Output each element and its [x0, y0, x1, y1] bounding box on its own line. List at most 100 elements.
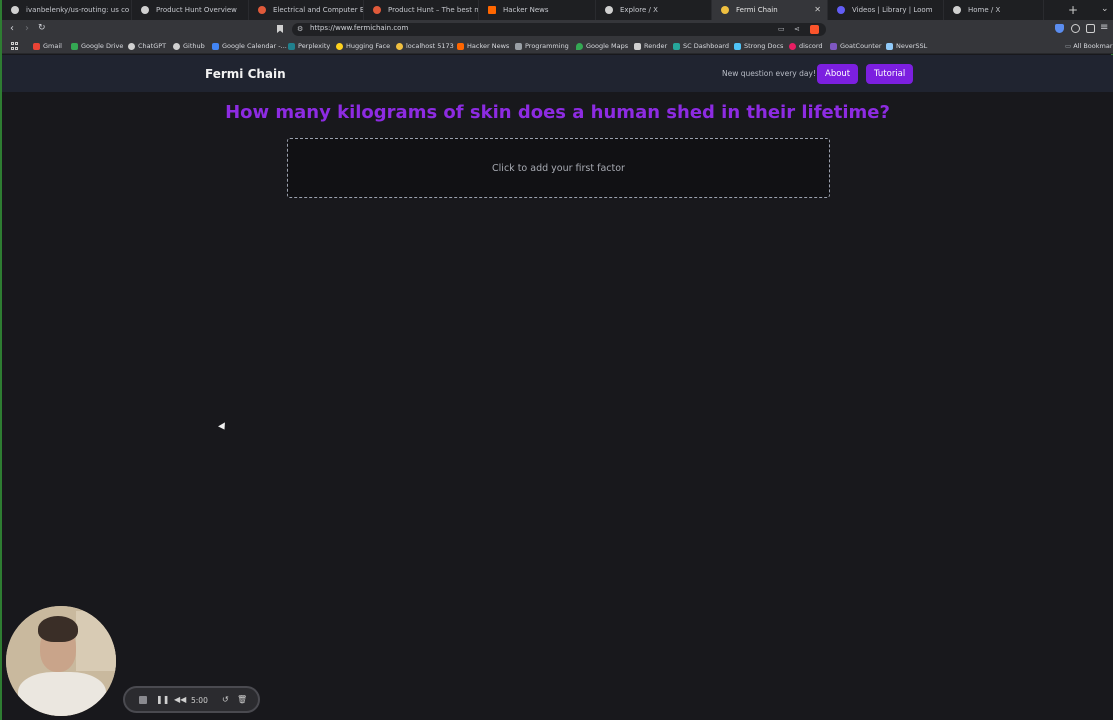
bookmark-label: Hugging Face	[346, 42, 391, 50]
address-bar[interactable]: ⚙ https://www.fermichain.com ▭ ⋖	[292, 23, 826, 36]
tab-us-routing[interactable]: ivanbelenky/us-routing: us co	[2, 0, 132, 20]
tab-product-hunt[interactable]: Product Hunt – The best new	[364, 0, 479, 20]
bookmark-localhost[interactable]: localhost 5173	[396, 42, 454, 50]
vpn-shield-icon[interactable]	[1055, 24, 1064, 33]
menu-icon[interactable]: ≡	[1100, 22, 1108, 33]
mouse-cursor-icon	[218, 422, 228, 432]
bookmark-label: Programming	[525, 42, 569, 50]
restart-icon[interactable]: ↺	[222, 695, 229, 704]
dashboard-icon	[673, 43, 680, 50]
tab-home-x[interactable]: Home / X	[944, 0, 1044, 20]
webcam-person-shirt	[18, 672, 106, 716]
bookmark-folder-programming[interactable]: Programming	[515, 42, 569, 50]
bookmark-label: Perplexity	[298, 42, 331, 50]
tab-label: Videos | Library | Loom	[852, 6, 933, 14]
bookmark-neverssl[interactable]: NeverSSL	[886, 42, 927, 50]
all-bookmarks-button[interactable]: ▭ All Bookmarks	[1065, 42, 1113, 50]
web-page: Fermi Chain New question every day! Abou…	[2, 55, 1113, 720]
site-title[interactable]: Fermi Chain	[205, 67, 286, 81]
x-logo-icon	[953, 6, 961, 14]
hugging-face-icon	[336, 43, 343, 50]
bookmark-strong-docs[interactable]: Strong Docs	[734, 42, 783, 50]
google-calendar-icon	[212, 43, 219, 50]
tab-electrical-engineering[interactable]: Electrical and Computer Engin	[249, 0, 364, 20]
bookmark-goatcounter[interactable]: GoatCounter	[830, 42, 882, 50]
chevron-down-icon[interactable]: ⌄	[1101, 4, 1109, 14]
tutorial-button[interactable]: Tutorial	[866, 64, 914, 84]
close-tab-icon[interactable]: ✕	[814, 5, 821, 14]
sidebar-toggle-icon[interactable]	[1086, 24, 1095, 33]
tab-label: Electrical and Computer Engin	[273, 6, 364, 14]
tab-label: Explore / X	[620, 6, 658, 14]
new-tab-button[interactable]: +	[1068, 3, 1078, 17]
folder-icon: ▭	[1065, 42, 1074, 50]
trash-icon[interactable]: 🗑	[237, 695, 247, 704]
browser-toolbar: ‹ › ↻ ⚙ https://www.fermichain.com ▭ ⋖ ≡	[2, 20, 1113, 39]
add-factor-box[interactable]: Click to add your first factor	[287, 138, 830, 198]
bookmark-label: Github	[183, 42, 205, 50]
url-text: https://www.fermichain.com	[310, 24, 409, 32]
tagline: New question every day!	[722, 69, 816, 78]
hacker-news-icon	[488, 6, 496, 14]
bookmark-google-calendar[interactable]: Google Calendar -...	[212, 42, 287, 50]
stop-recording-icon[interactable]	[139, 696, 147, 704]
tab-explore-x[interactable]: Explore / X	[596, 0, 712, 20]
extensions-icon[interactable]	[1071, 24, 1080, 33]
folder-icon	[515, 43, 522, 50]
bookmark-label: Render	[644, 42, 668, 50]
tab-label: Fermi Chain	[736, 6, 778, 14]
bookmark-render[interactable]: Render	[634, 42, 667, 50]
tab-label: Product Hunt Overview	[156, 6, 237, 14]
bookmark-label: ChatGPT	[138, 42, 167, 50]
daily-question: How many kilograms of skin does a human …	[225, 102, 890, 123]
pause-icon[interactable]: ❚❚	[156, 695, 169, 704]
github-icon	[11, 6, 19, 14]
google-drive-icon	[71, 43, 78, 50]
share-icon[interactable]: ⋖	[794, 25, 800, 33]
bookmark-google-drive[interactable]: Google Drive	[71, 42, 123, 50]
chatgpt-icon	[128, 43, 135, 50]
bookmark-chatgpt[interactable]: ChatGPT	[128, 42, 166, 50]
forward-arrow-icon[interactable]: ›	[25, 23, 29, 34]
webcam-person-hair	[38, 616, 78, 642]
gmail-icon	[33, 43, 40, 50]
back-arrow-icon[interactable]: ‹	[10, 23, 14, 34]
bookmark-hugging-face[interactable]: Hugging Face	[336, 42, 390, 50]
product-hunt-icon	[373, 6, 381, 14]
about-button[interactable]: About	[817, 64, 859, 84]
apps-grid-icon[interactable]	[11, 42, 19, 50]
bookmark-discord[interactable]: discord	[789, 42, 823, 50]
tab-hacker-news[interactable]: Hacker News	[479, 0, 596, 20]
bookmark-perplexity[interactable]: Perplexity	[288, 42, 330, 50]
tab-label: Hacker News	[503, 6, 549, 14]
loom-webcam-bubble[interactable]	[6, 606, 116, 716]
bookmark-label: Gmail	[43, 42, 62, 50]
brave-shields-icon[interactable]	[810, 25, 819, 34]
bookmark-hacker-news[interactable]: Hacker News	[457, 42, 509, 50]
neverssl-icon	[886, 43, 893, 50]
bookmark-github[interactable]: Github	[173, 42, 205, 50]
bookmark-label: discord	[799, 42, 823, 50]
bookmark-label: localhost 5173	[406, 42, 454, 50]
reload-icon[interactable]: ↻	[38, 23, 46, 33]
rewind-icon[interactable]: ◀◀	[174, 695, 186, 704]
bookmark-label: Hacker News	[467, 42, 510, 50]
site-settings-icon[interactable]: ⚙	[297, 25, 303, 33]
add-factor-placeholder: Click to add your first factor	[492, 163, 625, 174]
site-header: Fermi Chain New question every day! Abou…	[2, 55, 1113, 92]
x-logo-icon	[605, 6, 613, 14]
cast-icon[interactable]: ▭	[778, 25, 785, 33]
all-bookmarks-label: All Bookmarks	[1073, 42, 1113, 50]
bookmark-icon[interactable]	[277, 25, 283, 33]
webcam-door-frame	[76, 611, 116, 671]
bookmark-sc-dashboard[interactable]: SC Dashboard	[673, 42, 729, 50]
google-maps-icon	[576, 43, 583, 50]
tab-loom-library[interactable]: Videos | Library | Loom	[828, 0, 944, 20]
tab-product-hunt-overview[interactable]: Product Hunt Overview	[132, 0, 249, 20]
tab-label: ivanbelenky/us-routing: us co	[26, 6, 130, 14]
bookmark-gmail[interactable]: Gmail	[33, 42, 62, 50]
loom-icon	[837, 6, 845, 14]
bookmark-google-maps[interactable]: Google Maps	[576, 42, 628, 50]
tab-fermi-chain[interactable]: Fermi Chain ✕	[712, 0, 828, 20]
bookmark-label: NeverSSL	[896, 42, 928, 50]
